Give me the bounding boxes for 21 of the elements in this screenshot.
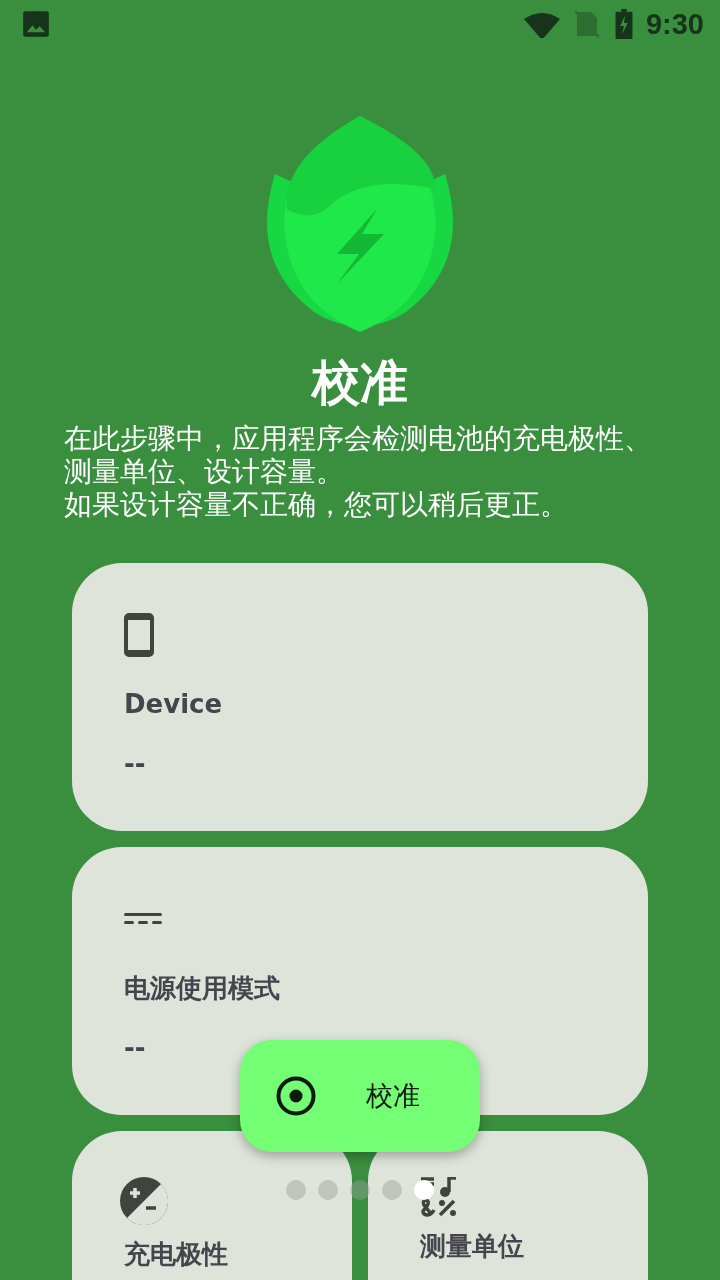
card-label: Device [124,688,223,721]
card-label: 测量单位 [420,1231,524,1261]
plus-minus-icon [120,1177,168,1225]
card-label: 充电极性 [124,1239,228,1269]
dc-power-icon [124,913,162,925]
card-label: 电源使用模式 [124,972,280,1005]
no-sim-icon [573,10,600,38]
wifi-icon [523,10,560,38]
image-icon [22,10,50,38]
battery-charging-icon [613,9,634,39]
status-time: 9:30 [645,7,704,41]
calibrate-button[interactable]: 校准 [240,1040,480,1152]
description-line: 测量单位、设计容量。 [64,455,345,488]
page-title: 校准 [310,353,409,412]
symbols-icon [420,1177,458,1217]
description-line: 在此步骤中，应用程序会检测电池的充电极性、 [64,422,653,455]
phone-icon [124,613,154,657]
card-value: -- [124,749,146,779]
radio-target-icon [276,1076,316,1116]
description-line: 如果设计容量不正确，您可以稍后更正。 [64,488,569,521]
card-value: -- [124,1033,146,1063]
